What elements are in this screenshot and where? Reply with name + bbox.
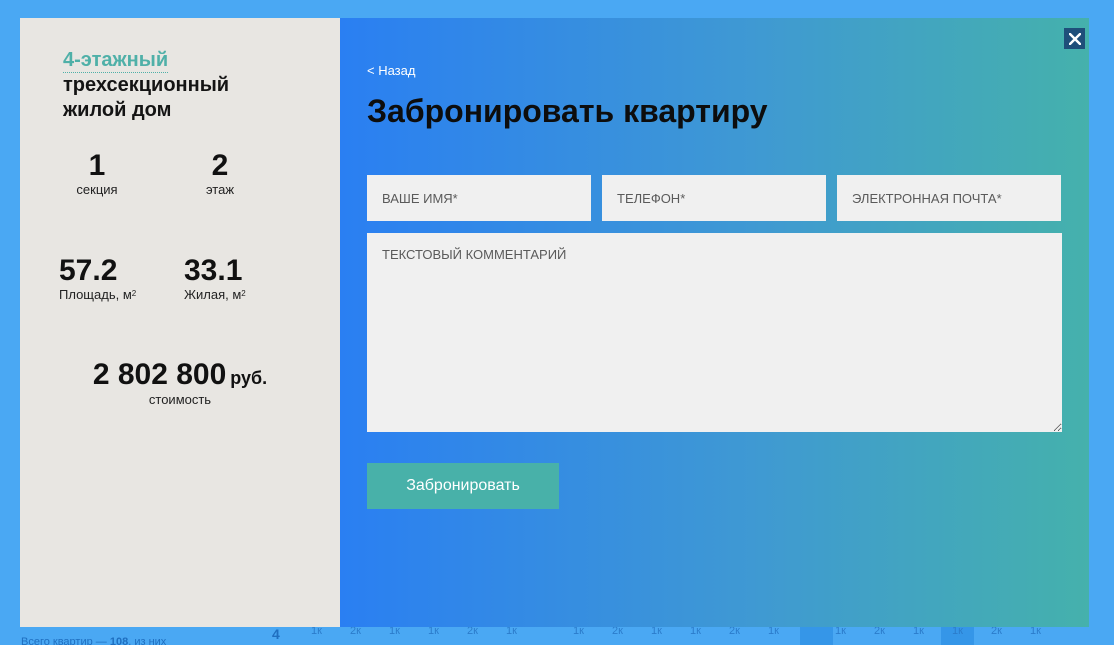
background-apartment-list: Всего квартир — 108, из них 4 1к 2к 1к 1к 2к…: [0, 627, 1114, 645]
close-icon: [1068, 32, 1081, 45]
area-value: 57.2: [59, 254, 118, 287]
back-link[interactable]: < Назад: [367, 63, 415, 78]
price-unit: руб.: [230, 368, 268, 388]
section-number: 4: [272, 627, 280, 642]
total-label: Всего квартир —: [21, 636, 107, 645]
apartment-cell[interactable]: 1к: [640, 627, 673, 645]
total-count: 108: [109, 636, 129, 645]
stat-area: 57.2 Площадь, м2: [59, 255, 136, 303]
apartment-cell[interactable]: 1к: [824, 627, 857, 645]
living-label: Жилая, м2: [184, 287, 246, 302]
apartment-cell[interactable]: 1к: [679, 627, 712, 645]
price-row: 2 802 800 руб.: [60, 358, 300, 392]
floors-link[interactable]: 4-этажный: [63, 48, 169, 73]
apartment-cell[interactable]: 2к: [339, 627, 372, 645]
apartment-cell[interactable]: 2к: [718, 627, 751, 645]
floor-value: 2: [211, 149, 229, 182]
apartment-cell[interactable]: 1к: [495, 627, 528, 645]
price-label: стоимость: [148, 392, 212, 407]
name-input[interactable]: [367, 175, 591, 221]
total-apartments-text: Всего квартир — 108, из них: [21, 636, 166, 645]
stat-living-area: 33.1 Жилая, м2: [184, 255, 246, 303]
apartment-cell[interactable]: 1к: [757, 627, 790, 645]
apartment-cell[interactable]: 1к: [378, 627, 411, 645]
apartment-cell[interactable]: 1к: [1019, 627, 1052, 645]
living-value: 33.1: [184, 254, 243, 287]
house-description: трехсекционный жилой дом: [63, 74, 230, 121]
total-suffix: из них: [134, 636, 167, 645]
apartment-cell[interactable]: 2к: [601, 627, 634, 645]
apartment-info-panel: 4-этажный трехсекционный жилой дом 1 сек…: [20, 18, 340, 627]
apartment-cell[interactable]: 1к: [902, 627, 935, 645]
apartment-cell[interactable]: 1к: [417, 627, 450, 645]
comment-textarea[interactable]: [367, 233, 1062, 432]
apartment-cell[interactable]: 2к: [980, 627, 1013, 645]
apartment-cell[interactable]: 1к: [300, 627, 333, 645]
close-button[interactable]: [1064, 28, 1085, 49]
house-title: 4-этажный трехсекционный жилой дом: [63, 48, 323, 123]
phone-input[interactable]: [602, 175, 826, 221]
apartment-cell[interactable]: 2к: [863, 627, 896, 645]
price-value: 2 802 800: [92, 358, 227, 391]
floor-label: этаж: [205, 182, 235, 197]
email-input[interactable]: [837, 175, 1061, 221]
section-value: 1: [88, 149, 106, 182]
apartment-cell[interactable]: 1к: [562, 627, 595, 645]
stat-floor: 2 этаж: [190, 150, 250, 198]
form-title: Забронировать квартиру: [367, 93, 768, 129]
area-label: Площадь, м2: [59, 287, 137, 302]
apartment-cell[interactable]: 1к: [941, 627, 974, 645]
section-label: секция: [76, 182, 118, 197]
booking-modal: 4-этажный трехсекционный жилой дом 1 сек…: [20, 18, 1089, 627]
submit-button[interactable]: Забронировать: [367, 463, 559, 509]
booking-form-panel: < Назад Забронировать квартиру Заброниро…: [340, 18, 1089, 627]
stat-price: 2 802 800 руб. стоимость: [60, 358, 300, 408]
apartment-cell[interactable]: 2к: [456, 627, 489, 645]
stat-section: 1 секция: [67, 150, 127, 198]
